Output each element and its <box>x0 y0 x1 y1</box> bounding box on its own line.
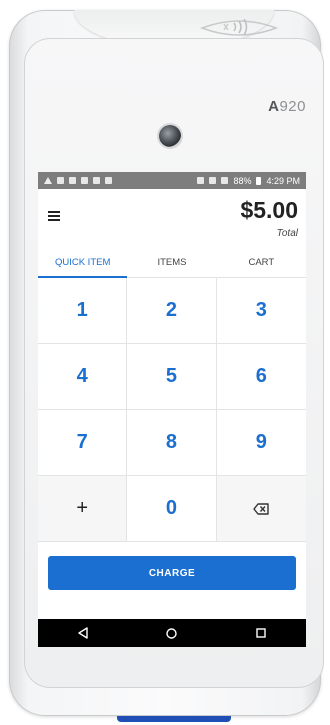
backspace-icon <box>253 502 270 515</box>
key-0[interactable]: 0 <box>127 476 217 542</box>
key-9[interactable]: 9 <box>216 410 306 476</box>
app-header: $5.00 Total <box>38 189 306 247</box>
camera-icon <box>159 125 181 147</box>
model-label: A920 <box>268 98 306 115</box>
key-plus[interactable]: + <box>38 476 128 542</box>
nfc-icon <box>179 14 299 40</box>
total-amount: $5.00 <box>240 197 298 223</box>
tab-items[interactable]: ITEMS <box>127 247 216 277</box>
warning-icon <box>44 177 52 184</box>
key-4[interactable]: 4 <box>38 344 128 410</box>
battery-icon <box>256 176 262 185</box>
recents-icon <box>256 628 267 638</box>
menu-icon[interactable] <box>48 211 60 221</box>
key-7[interactable]: 7 <box>38 410 128 476</box>
key-6[interactable]: 6 <box>216 344 306 410</box>
system-icons: 88% 4:29 PM <box>197 176 300 186</box>
charge-button[interactable]: CHARGE <box>48 556 296 590</box>
key-2[interactable]: 2 <box>127 278 217 344</box>
status-bar: 88% 4:29 PM <box>38 172 306 189</box>
battery-percent: 88% <box>233 175 252 186</box>
key-5[interactable]: 5 <box>127 344 217 410</box>
tab-quick-item[interactable]: QUICK ITEM <box>38 247 128 278</box>
notification-icon <box>93 177 100 184</box>
android-nav-bar <box>38 619 306 647</box>
notification-icon <box>57 177 64 184</box>
home-icon <box>166 627 178 639</box>
notification-icon <box>81 177 88 184</box>
notification-icons <box>44 177 112 184</box>
back-icon <box>77 627 88 639</box>
total-label: Total <box>276 228 298 239</box>
home-button[interactable] <box>157 623 187 643</box>
bluetooth-icon <box>197 177 205 184</box>
bottom-accent-strip <box>117 716 231 722</box>
notification-icon <box>69 177 76 184</box>
clock: 4:29 PM <box>266 175 300 186</box>
mute-icon <box>209 177 217 184</box>
keypad: 1 2 3 4 5 6 7 8 9 + 0 <box>38 278 306 542</box>
notification-icon <box>105 177 112 184</box>
wifi-icon <box>221 177 229 184</box>
charge-area: CHARGE <box>38 542 306 596</box>
screen: 88% 4:29 PM $5.00 Total QUICK ITEM ITEMS… <box>38 172 306 647</box>
recents-button[interactable] <box>246 623 276 643</box>
key-8[interactable]: 8 <box>127 410 217 476</box>
key-3[interactable]: 3 <box>216 278 306 344</box>
backspace-button[interactable] <box>216 476 306 542</box>
back-button[interactable] <box>68 623 98 643</box>
tab-bar: QUICK ITEM ITEMS CART <box>38 247 306 278</box>
tab-cart[interactable]: CART <box>217 247 306 277</box>
key-1[interactable]: 1 <box>38 278 128 344</box>
